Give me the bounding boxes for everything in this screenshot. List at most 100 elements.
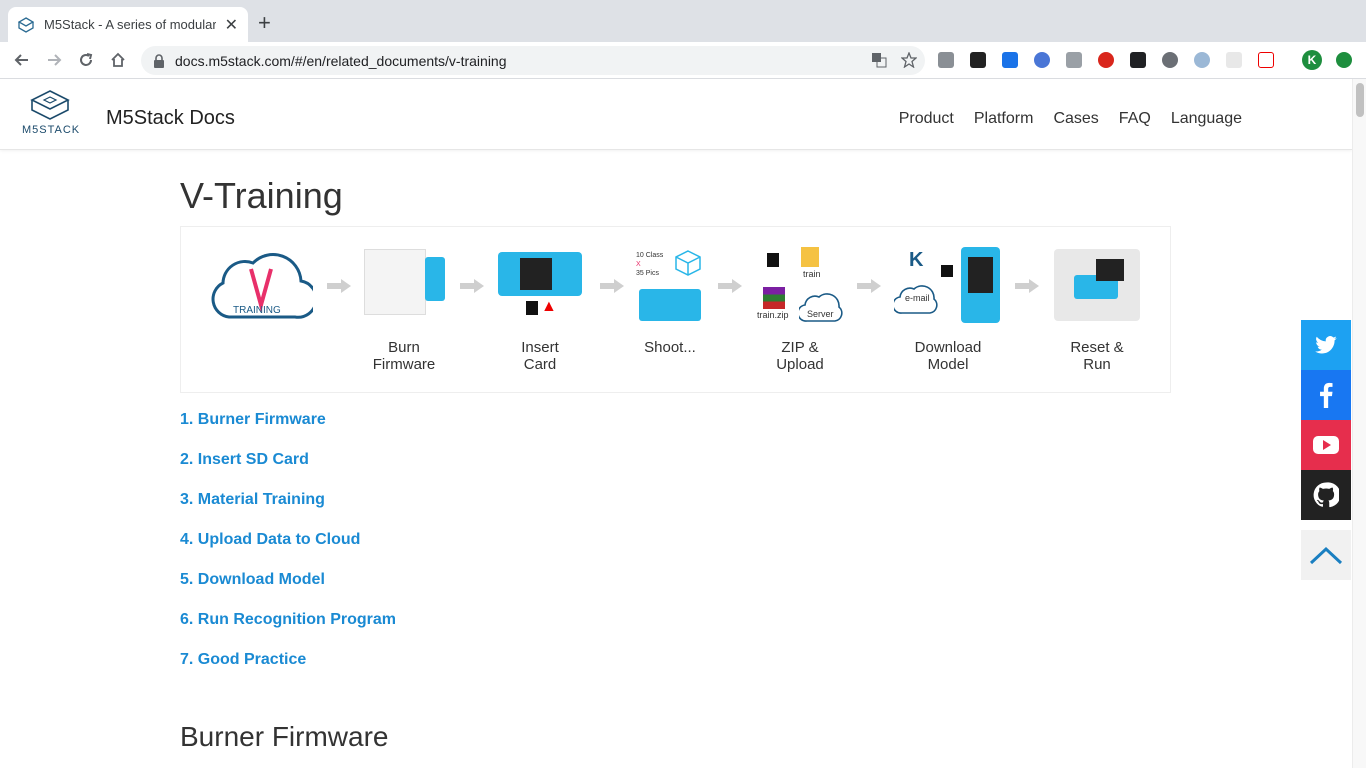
terminal-extension-icon[interactable] xyxy=(1130,52,1146,68)
page-title: V-Training xyxy=(180,175,343,216)
flow-arrow-icon xyxy=(1015,279,1039,293)
m5-device-image xyxy=(425,257,445,301)
globe-extension-icon[interactable] xyxy=(1194,52,1210,68)
home-icon xyxy=(111,52,125,67)
device-screen-image xyxy=(498,252,582,296)
step-label-line1: Insert xyxy=(521,339,559,356)
nav-platform[interactable]: Platform xyxy=(974,110,1034,128)
nav-cases[interactable]: Cases xyxy=(1053,110,1098,128)
circle-extension-icon[interactable] xyxy=(1162,52,1178,68)
table-of-contents: 1. Burner Firmware 2. Insert SD Card 3. … xyxy=(180,410,396,690)
reload-button[interactable] xyxy=(74,48,98,72)
facebook-button[interactable] xyxy=(1301,370,1351,420)
step-label-line1: Burn xyxy=(388,339,420,356)
toc-upload-data[interactable]: 4. Upload Data to Cloud xyxy=(180,530,396,570)
back-arrow-icon xyxy=(14,54,28,66)
step-label-line2: Model xyxy=(927,356,969,373)
sd-card-icon xyxy=(941,265,953,277)
m5stack-logo-icon xyxy=(30,90,70,120)
step-label-line2: Upload xyxy=(776,356,824,373)
bookmark-star-icon[interactable] xyxy=(900,51,918,73)
email-label: e-mail xyxy=(905,293,930,303)
tab-strip: M5Stack - A series of modular ✕ + xyxy=(0,0,1366,42)
page-viewport: M5STACK M5Stack Docs Product Platform Ca… xyxy=(0,79,1352,768)
browser-tab[interactable]: M5Stack - A series of modular ✕ xyxy=(8,7,248,42)
main-nav: Product Platform Cases FAQ Language xyxy=(899,110,1242,128)
new-tab-button[interactable]: + xyxy=(258,12,271,34)
lock-icon xyxy=(153,53,167,68)
browser-toolbar: docs.m5stack.com/#/en/related_documents/… xyxy=(0,42,1366,79)
forward-button[interactable] xyxy=(42,48,66,72)
server-label: Server xyxy=(807,309,834,319)
pdf-extension-icon[interactable] xyxy=(970,52,986,68)
training-label: TRAINING xyxy=(233,305,281,316)
graduation-extension-icon[interactable] xyxy=(1034,52,1050,68)
zip-archive-icon xyxy=(763,287,785,309)
download-extension-icon[interactable] xyxy=(1002,52,1018,68)
red-up-arrow-icon: ▲ xyxy=(541,298,557,315)
youtube-button[interactable] xyxy=(1301,420,1351,470)
back-to-top-button[interactable] xyxy=(1301,530,1351,580)
home-button[interactable] xyxy=(106,48,130,72)
shoot-pics-text: 35 Pics xyxy=(636,270,659,277)
nav-language[interactable]: Language xyxy=(1171,110,1242,128)
toc-good-practice[interactable]: 7. Good Practice xyxy=(180,650,396,690)
cube-icon xyxy=(675,250,701,276)
update-extension-icon[interactable] xyxy=(1336,52,1352,68)
close-tab-icon[interactable]: ✕ xyxy=(225,15,238,35)
step-label-line2: Firmware xyxy=(372,356,436,373)
toc-download-model[interactable]: 5. Download Model xyxy=(180,570,396,610)
page-scrollbar[interactable] xyxy=(1352,79,1366,768)
back-button[interactable] xyxy=(10,48,34,72)
burner-window-image xyxy=(364,249,426,315)
social-sidebar xyxy=(1301,320,1351,580)
github-button[interactable] xyxy=(1301,470,1351,520)
twitter-button[interactable] xyxy=(1301,320,1351,370)
folder-icon xyxy=(801,247,819,267)
drive-extension-icon[interactable] xyxy=(938,52,954,68)
site-logo[interactable]: M5STACK xyxy=(22,89,81,139)
flow-arrow-icon xyxy=(327,279,351,293)
address-bar[interactable]: docs.m5stack.com/#/en/related_documents/… xyxy=(141,46,925,75)
m5stack-favicon-icon xyxy=(18,16,34,33)
dropbox-extension-icon[interactable] xyxy=(1066,52,1082,68)
scrollbar-thumb[interactable] xyxy=(1356,83,1364,117)
toc-insert-sd-card[interactable]: 2. Insert SD Card xyxy=(180,450,396,490)
toc-burner-firmware[interactable]: 1. Burner Firmware xyxy=(180,410,396,450)
toc-run-recognition[interactable]: 6. Run Recognition Program xyxy=(180,610,396,650)
github-icon xyxy=(1313,482,1339,508)
site-title[interactable]: M5Stack Docs xyxy=(106,107,235,130)
workflow-diagram: TRAINING Burn Firmware ▲ Insert Card 10 Cl… xyxy=(180,226,1171,393)
step-label-line2: Run xyxy=(1083,356,1111,373)
flow-arrow-icon xyxy=(857,279,881,293)
url-text: docs.m5stack.com/#/en/related_documents/… xyxy=(175,52,507,69)
kmodel-k-icon: K xyxy=(909,249,924,271)
zip-file-label: train.zip xyxy=(757,310,789,320)
train-folder-label: train xyxy=(803,269,821,279)
profile-avatar[interactable]: K xyxy=(1302,50,1322,70)
shoot-x-text: X xyxy=(636,261,641,268)
sd-card-icon xyxy=(767,253,779,267)
flow-arrow-icon xyxy=(600,279,624,293)
step-label-line1: Reset & xyxy=(1070,339,1124,356)
forward-arrow-icon xyxy=(48,54,62,66)
step-label-line1: ZIP & xyxy=(781,339,819,356)
lastpass-extension-icon[interactable] xyxy=(1098,52,1114,68)
chevron-up-icon xyxy=(1309,546,1343,565)
yahoo-extension-icon[interactable] xyxy=(1258,52,1274,68)
camera-device-image xyxy=(639,289,701,321)
nav-product[interactable]: Product xyxy=(899,110,954,128)
toc-material-training[interactable]: 3. Material Training xyxy=(180,490,396,530)
tex-extension-icon[interactable] xyxy=(1226,52,1242,68)
tab-title: M5Stack - A series of modular xyxy=(44,17,216,32)
nav-faq[interactable]: FAQ xyxy=(1119,110,1151,128)
translate-icon[interactable] xyxy=(871,52,887,73)
logo-text: M5STACK xyxy=(22,124,81,136)
flow-arrow-icon xyxy=(718,279,742,293)
twitter-icon xyxy=(1315,336,1337,354)
step-label-line1: Shoot... xyxy=(644,339,696,356)
facebook-icon xyxy=(1320,382,1333,408)
section-title: Burner Firmware xyxy=(180,721,389,752)
site-header: M5STACK M5Stack Docs Product Platform Ca… xyxy=(0,79,1352,150)
reload-icon xyxy=(80,53,93,66)
